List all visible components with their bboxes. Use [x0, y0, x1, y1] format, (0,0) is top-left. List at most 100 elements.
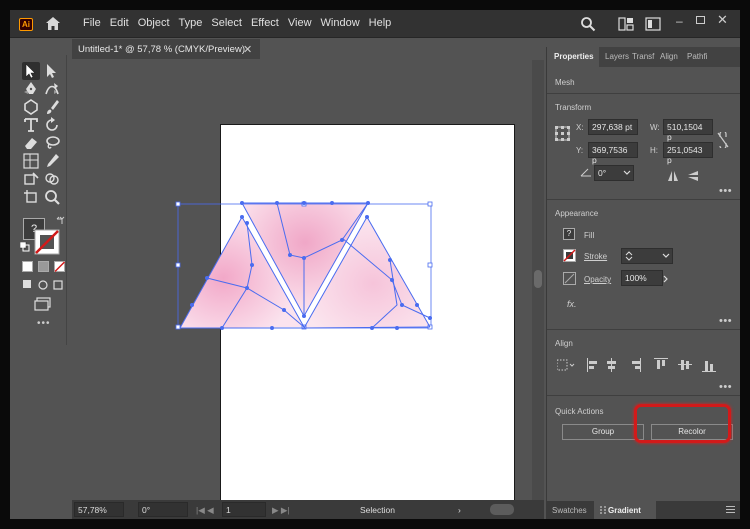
- status-menu-icon[interactable]: ›: [458, 505, 461, 515]
- tab-gradient[interactable]: Gradient: [608, 506, 641, 515]
- tab-layers[interactable]: Layers: [605, 52, 629, 61]
- maximize-button[interactable]: [696, 16, 705, 24]
- drawing-modes-icon[interactable]: [22, 279, 66, 291]
- tab-pathfinder[interactable]: Pathfi: [687, 52, 707, 61]
- swap-colors-icon[interactable]: [55, 216, 65, 226]
- tab-properties[interactable]: Properties: [554, 52, 594, 61]
- menu-type[interactable]: Type: [179, 17, 209, 29]
- eyedropper-tool-icon[interactable]: [43, 152, 61, 170]
- tab-transform[interactable]: Transf: [632, 52, 654, 61]
- application-window: Ai File Edit Object Type Select Effect View Win…: [10, 10, 740, 519]
- height-field[interactable]: 251,0543 p: [663, 142, 713, 165]
- home-icon[interactable]: [45, 16, 61, 31]
- flip-horizontal-icon[interactable]: [667, 170, 679, 182]
- w-label: W:: [650, 123, 660, 132]
- rotate-tool-icon[interactable]: [43, 116, 61, 134]
- first-artboard-icon[interactable]: |◀ ◀: [196, 505, 214, 516]
- bottom-panel-tabs: Swatches Gradient: [546, 501, 740, 519]
- menu-select[interactable]: Select: [211, 17, 248, 29]
- y-position-field[interactable]: 369,7536 p: [588, 142, 638, 165]
- zoom-tool-icon[interactable]: [43, 188, 61, 206]
- group-button[interactable]: Group: [562, 424, 644, 440]
- fill-swatch[interactable]: ?: [563, 228, 575, 240]
- menu-edit[interactable]: Edit: [110, 17, 135, 29]
- menu-bar: Ai File Edit Object Type Select Effect View Win…: [10, 10, 740, 38]
- workspace-icon[interactable]: [645, 17, 661, 31]
- menu-file[interactable]: File: [83, 17, 107, 29]
- constrain-proportions-icon[interactable]: [717, 132, 729, 148]
- stroke-label[interactable]: Stroke: [584, 252, 607, 261]
- menu-view[interactable]: View: [288, 17, 318, 29]
- rotation-field[interactable]: 0°: [138, 502, 188, 517]
- opacity-field[interactable]: 100%: [621, 270, 663, 286]
- pen-tool-icon[interactable]: [22, 80, 40, 98]
- screen-mode-icon[interactable]: [34, 297, 52, 311]
- document-tab[interactable]: Untitled-1* @ 57,78 % (CMYK/Preview): [72, 39, 260, 59]
- rotate-angle-value: 0°: [598, 168, 607, 178]
- menu-help[interactable]: Help: [369, 17, 398, 29]
- align-buttons[interactable]: [557, 358, 729, 372]
- artboard-number-field[interactable]: 1: [222, 502, 266, 517]
- color-mode-buttons[interactable]: [22, 261, 66, 273]
- search-icon[interactable]: [580, 16, 596, 32]
- vertical-scroll-thumb[interactable]: [534, 270, 542, 288]
- x-position-field[interactable]: 297,638 pt: [588, 119, 638, 135]
- opacity-label[interactable]: Opacity: [584, 275, 611, 284]
- shape-builder-tool-icon[interactable]: [43, 170, 61, 188]
- tab-align[interactable]: Align: [660, 52, 678, 61]
- selection-tool-icon[interactable]: [22, 62, 40, 80]
- menu-window[interactable]: Window: [321, 17, 366, 29]
- current-tool-label: Selection: [360, 505, 395, 515]
- stroke-swatch[interactable]: [563, 249, 576, 262]
- chevron-right-icon[interactable]: [663, 275, 669, 283]
- canvas[interactable]: [72, 60, 532, 519]
- zoom-level-field[interactable]: 57,78%: [74, 502, 124, 517]
- free-transform-tool-icon[interactable]: [22, 170, 40, 188]
- document-tab-title: Untitled-1* @ 57,78 % (CMYK/Preview): [78, 44, 245, 55]
- arrange-documents-icon[interactable]: [618, 17, 634, 31]
- align-more-icon[interactable]: •••: [719, 381, 732, 393]
- width-field[interactable]: 510,1504 p: [663, 119, 713, 142]
- mesh-artwork[interactable]: [72, 60, 532, 500]
- fx-button[interactable]: fx.: [567, 299, 577, 309]
- opacity-icon: [563, 272, 576, 285]
- menu-object[interactable]: Object: [138, 17, 176, 29]
- panel-grip-icon[interactable]: [600, 506, 606, 514]
- appearance-more-icon[interactable]: •••: [719, 315, 732, 327]
- paintbrush-tool-icon[interactable]: [43, 98, 61, 116]
- close-document-button[interactable]: ✕: [243, 43, 252, 56]
- horizontal-scroll-thumb[interactable]: [490, 504, 514, 515]
- type-tool-icon[interactable]: [22, 116, 40, 134]
- chevron-down-icon[interactable]: [662, 253, 670, 259]
- appearance-title: Appearance: [555, 209, 599, 218]
- panel-menu-icon[interactable]: [726, 506, 735, 514]
- curvature-tool-icon[interactable]: [43, 80, 61, 98]
- menu-effect[interactable]: Effect: [251, 17, 285, 29]
- edit-toolbar-icon[interactable]: •••: [37, 318, 51, 329]
- vertical-scrollbar[interactable]: [532, 60, 544, 500]
- close-window-button[interactable]: ✕: [717, 12, 728, 28]
- direct-selection-tool-icon[interactable]: [43, 62, 61, 80]
- tab-swatches[interactable]: Swatches: [552, 506, 587, 515]
- chevron-down-icon[interactable]: [623, 170, 631, 176]
- rotate-angle-icon: [580, 168, 591, 177]
- x-position-value: 297,638 pt: [592, 122, 633, 132]
- eraser-tool-icon[interactable]: [22, 134, 40, 152]
- stepper-icon[interactable]: [625, 251, 633, 261]
- rotation-value: 0°: [142, 505, 151, 515]
- minimize-button[interactable]: –: [676, 14, 683, 28]
- flip-vertical-icon[interactable]: [687, 170, 699, 182]
- lasso-tool-icon[interactable]: [43, 134, 61, 152]
- artboard-tool-icon[interactable]: [22, 188, 40, 206]
- default-colors-icon[interactable]: [20, 242, 30, 252]
- transform-more-icon[interactable]: •••: [719, 185, 732, 197]
- stroke-color-box[interactable]: [34, 229, 60, 255]
- recolor-highlight: [634, 404, 731, 443]
- next-artboard-icon[interactable]: ▶ ▶|: [272, 505, 290, 516]
- graph-tool-icon[interactable]: [22, 152, 40, 170]
- reference-point-icon[interactable]: [555, 126, 570, 141]
- app-logo: Ai: [19, 18, 33, 31]
- height-value: 251,0543 p: [667, 145, 703, 165]
- status-bar: 57,78% 0° |◀ ◀ 1 ▶ ▶| Selection ›: [72, 500, 544, 519]
- shape-tool-icon[interactable]: [22, 98, 40, 116]
